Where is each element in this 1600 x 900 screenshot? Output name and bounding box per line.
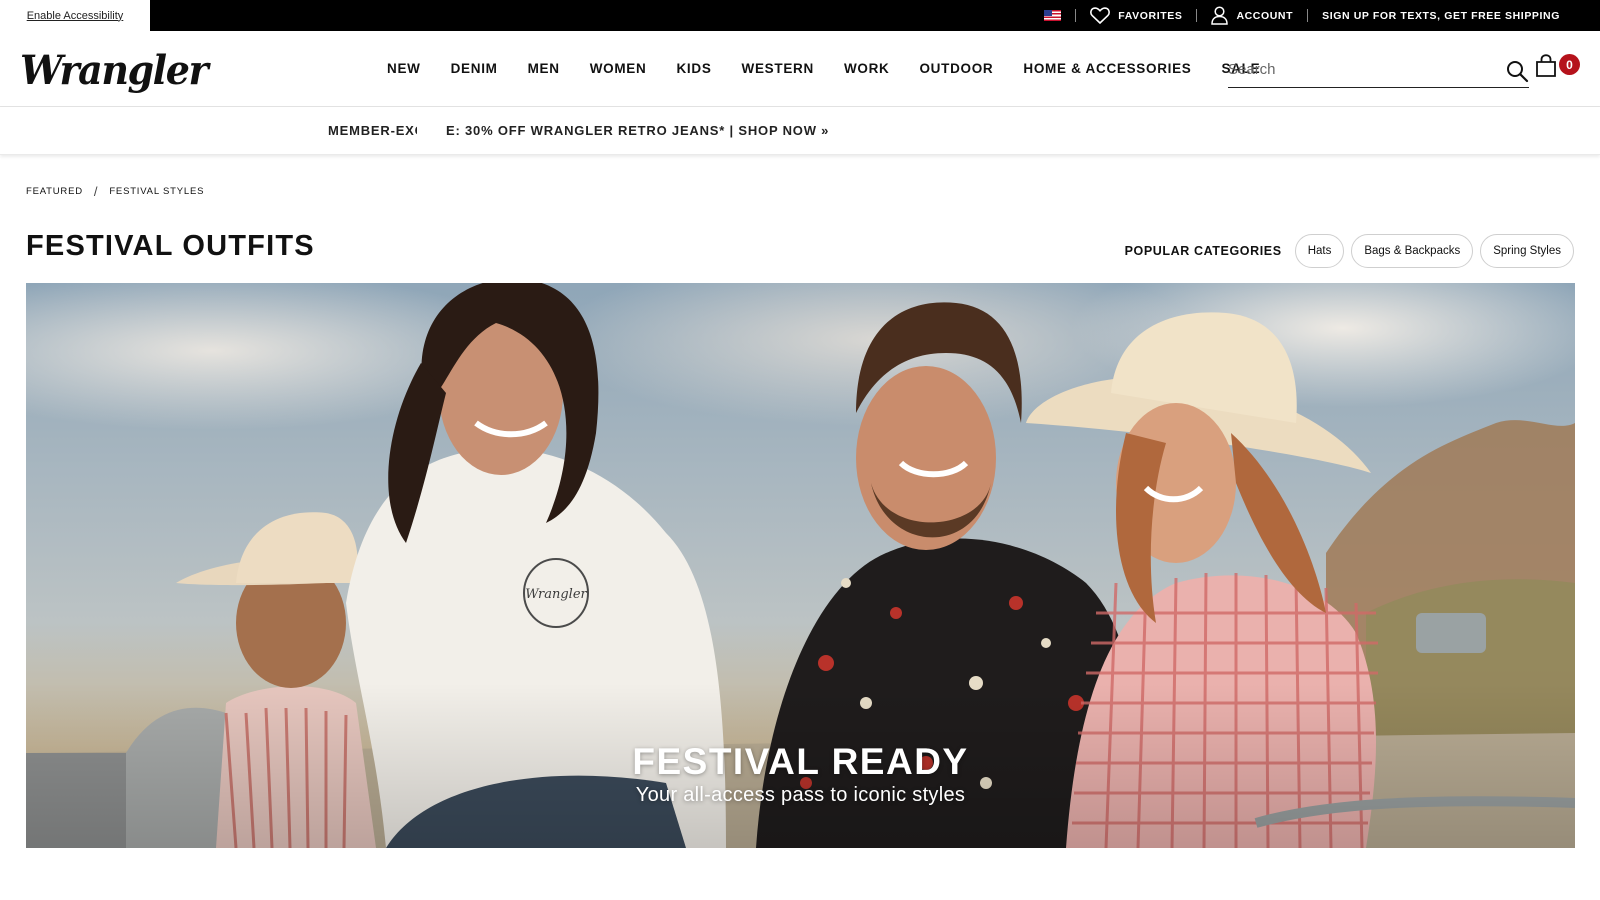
user-icon: [1211, 6, 1229, 25]
hero-title: FESTIVAL READY: [632, 741, 969, 782]
main-nav: NEW DENIM MEN WOMEN KIDS WESTERN WORK OU…: [372, 31, 1275, 105]
nav-home-accessories[interactable]: HOME & ACCESSORIES: [1008, 61, 1206, 76]
popular-categories: POPULAR CATEGORIES Hats Bags & Backpacks…: [1125, 234, 1574, 268]
cart-count-badge: 0: [1559, 54, 1580, 75]
favorites-link[interactable]: FAVORITES: [1090, 7, 1182, 24]
chip-spring-styles[interactable]: Spring Styles: [1480, 234, 1574, 268]
divider: [1075, 9, 1077, 22]
nav-denim[interactable]: DENIM: [436, 61, 513, 76]
nav-new[interactable]: NEW: [372, 61, 436, 76]
nav-western[interactable]: WESTERN: [727, 61, 829, 76]
tee-print-text: Wrangler: [525, 587, 587, 602]
wrangler-logo[interactable]: Wrangler: [20, 47, 208, 94]
divider: [1307, 9, 1309, 22]
utility-links: FAVORITES ACCOUNT SIGN UP FOR TEXTS, GET…: [1044, 0, 1560, 31]
chip-hats[interactable]: Hats: [1294, 234, 1345, 268]
text-signup-label: SIGN UP FOR TEXTS, GET FREE SHIPPING: [1322, 9, 1560, 22]
popular-categories-label: POPULAR CATEGORIES: [1124, 244, 1282, 258]
chip-bags-backpacks[interactable]: Bags & Backpacks: [1351, 234, 1474, 268]
us-flag-icon[interactable]: [1044, 10, 1062, 21]
promo-text-right[interactable]: E: 30% OFF WRANGLER RETRO JEANS* | SHOP …: [446, 123, 829, 138]
nav-kids[interactable]: KIDS: [661, 61, 726, 76]
account-link[interactable]: ACCOUNT: [1211, 6, 1293, 25]
breadcrumb-festival-styles[interactable]: FESTIVAL STYLES: [109, 186, 204, 197]
shopping-bag-icon: [1536, 54, 1556, 77]
promo-banner[interactable]: MEMBER-EXCL E: 30% OFF WRANGLER RETRO JE…: [0, 107, 1600, 155]
hero-subtitle: Your all-access pass to iconic styles: [635, 784, 966, 806]
promo-text-left: MEMBER-EXCL: [328, 123, 417, 138]
main-header: Wrangler NEW DENIM MEN WOMEN KIDS WESTER…: [0, 31, 1600, 107]
nav-men[interactable]: MEN: [513, 61, 575, 76]
enable-accessibility-link[interactable]: Enable Accessibility: [0, 0, 150, 31]
search-input[interactable]: [1228, 53, 1488, 86]
breadcrumb-separator: /: [93, 184, 99, 199]
utility-bar: Enable Accessibility FAVORITES ACCOUNT S…: [0, 0, 1600, 31]
page-title: FESTIVAL OUTFITS: [26, 230, 315, 262]
favorites-label: FAVORITES: [1118, 9, 1183, 22]
search-box: [1228, 53, 1529, 88]
breadcrumb: FEATURED / FESTIVAL STYLES: [26, 184, 204, 199]
nav-women[interactable]: WOMEN: [575, 61, 662, 76]
cart-button[interactable]: 0: [1535, 51, 1580, 81]
nav-work[interactable]: WORK: [829, 61, 905, 76]
text-signup-link[interactable]: SIGN UP FOR TEXTS, GET FREE SHIPPING: [1322, 10, 1560, 22]
nav-outdoor[interactable]: OUTDOOR: [904, 61, 1008, 76]
heart-icon: [1090, 7, 1111, 24]
search-icon[interactable]: [1505, 59, 1529, 83]
breadcrumb-featured[interactable]: FEATURED: [26, 186, 83, 197]
hero-banner[interactable]: Wrangler FESTIVAL READY Your all-access …: [26, 283, 1575, 848]
divider: [1196, 9, 1198, 22]
account-label: ACCOUNT: [1236, 9, 1294, 22]
